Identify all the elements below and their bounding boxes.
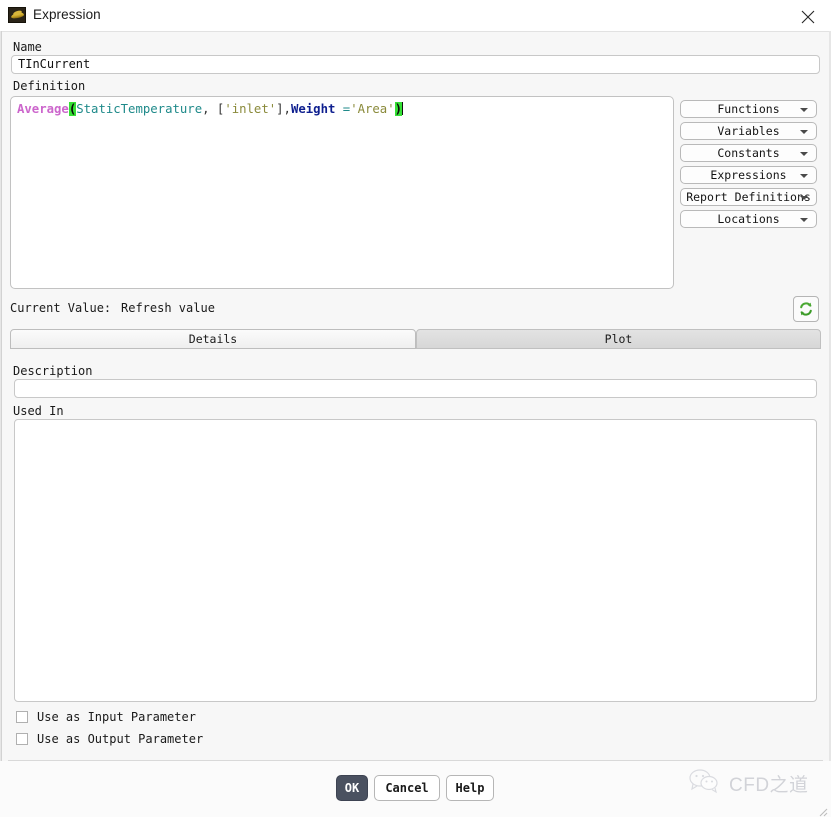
definition-token-func: Average — [17, 102, 69, 116]
expression-dialog: Expression Name TInCurrent Definition Av… — [0, 0, 831, 817]
chevron-down-icon — [800, 130, 808, 134]
description-label: Description — [13, 364, 93, 378]
wechat-icon — [688, 768, 722, 798]
dropdown-locations-label: Locations — [717, 212, 780, 226]
definition-token-punct: , — [283, 102, 291, 116]
use-as-input-parameter-label: Use as Input Parameter — [37, 710, 196, 724]
dropdown-expressions[interactable]: Expressions — [680, 166, 817, 184]
ok-button-label: OK — [344, 781, 360, 795]
dropdown-variables[interactable]: Variables — [680, 122, 817, 140]
help-button-label: Help — [455, 781, 485, 795]
name-input[interactable]: TInCurrent — [11, 55, 820, 74]
use-as-output-parameter-label: Use as Output Parameter — [37, 732, 204, 746]
title-bar: Expression — [0, 0, 831, 32]
definition-token-var: StaticTemperature — [76, 102, 203, 116]
refresh-value-text[interactable]: Refresh value — [121, 301, 215, 315]
dropdown-functions-label: Functions — [717, 102, 780, 116]
dropdown-report-definitions[interactable]: Report Definitions — [680, 188, 817, 206]
text-caret — [402, 102, 404, 115]
definition-token-punct: ] — [276, 102, 284, 116]
tab-plot-label: Plot — [604, 332, 633, 346]
definition-token-keyword: Weight — [290, 102, 336, 116]
watermark-text: CFD之道 — [729, 774, 809, 796]
ok-button[interactable]: OK — [336, 775, 368, 801]
insert-menu-stack: Functions Variables Constants Expression… — [680, 100, 817, 232]
dropdown-functions[interactable]: Functions — [680, 100, 817, 118]
description-input[interactable] — [14, 379, 817, 398]
refresh-button[interactable] — [793, 296, 819, 322]
checkbox-icon — [16, 711, 28, 723]
definition-label: Definition — [13, 79, 86, 93]
chevron-down-icon — [800, 218, 808, 222]
dropdown-variables-label: Variables — [717, 124, 780, 138]
use-as-output-parameter-checkbox[interactable]: Use as Output Parameter — [16, 731, 203, 747]
watermark: CFD之道 — [688, 768, 809, 798]
dropdown-expressions-label: Expressions — [710, 168, 787, 182]
help-button[interactable]: Help — [446, 775, 494, 801]
cancel-button-label: Cancel — [385, 781, 429, 795]
used-in-list[interactable] — [14, 419, 817, 702]
window-title: Expression — [33, 7, 101, 22]
current-value-label: Current Value: — [10, 301, 112, 315]
chevron-down-icon — [800, 108, 808, 112]
checkbox-icon — [16, 733, 28, 745]
tab-bar: Details Plot — [10, 329, 821, 349]
use-as-input-parameter-checkbox[interactable]: Use as Input Parameter — [16, 709, 196, 725]
definition-token-bracket: ) — [394, 102, 403, 116]
name-input-value: TInCurrent — [18, 57, 91, 71]
tab-details-label: Details — [188, 332, 238, 346]
definition-token-punct: , — [202, 102, 210, 116]
definition-token-operator: = — [335, 102, 351, 116]
definition-token-punct: [ — [209, 102, 225, 116]
dropdown-constants[interactable]: Constants — [680, 144, 817, 162]
name-label: Name — [13, 40, 42, 54]
tab-details[interactable]: Details — [10, 329, 416, 349]
close-button[interactable] — [785, 0, 831, 31]
dropdown-report-definitions-label: Report Definitions — [686, 190, 811, 204]
chevron-down-icon — [800, 174, 808, 178]
cancel-button[interactable]: Cancel — [374, 775, 440, 801]
window-left-edge — [0, 31, 2, 817]
tab-plot[interactable]: Plot — [416, 329, 821, 349]
definition-editor[interactable]: Average(StaticTemperature, ['inlet'],Wei… — [10, 96, 674, 289]
chevron-down-icon — [800, 196, 808, 200]
used-in-label: Used In — [13, 404, 64, 418]
dropdown-constants-label: Constants — [717, 146, 780, 160]
definition-token-str: 'inlet' — [224, 102, 277, 116]
resize-grip[interactable] — [816, 802, 828, 817]
dropdown-locations[interactable]: Locations — [680, 210, 817, 228]
definition-token-str: 'Area' — [350, 102, 395, 116]
expression-icon — [8, 7, 26, 23]
definition-code: Average(StaticTemperature, ['inlet'],Wei… — [17, 101, 404, 117]
chevron-down-icon — [800, 152, 808, 156]
